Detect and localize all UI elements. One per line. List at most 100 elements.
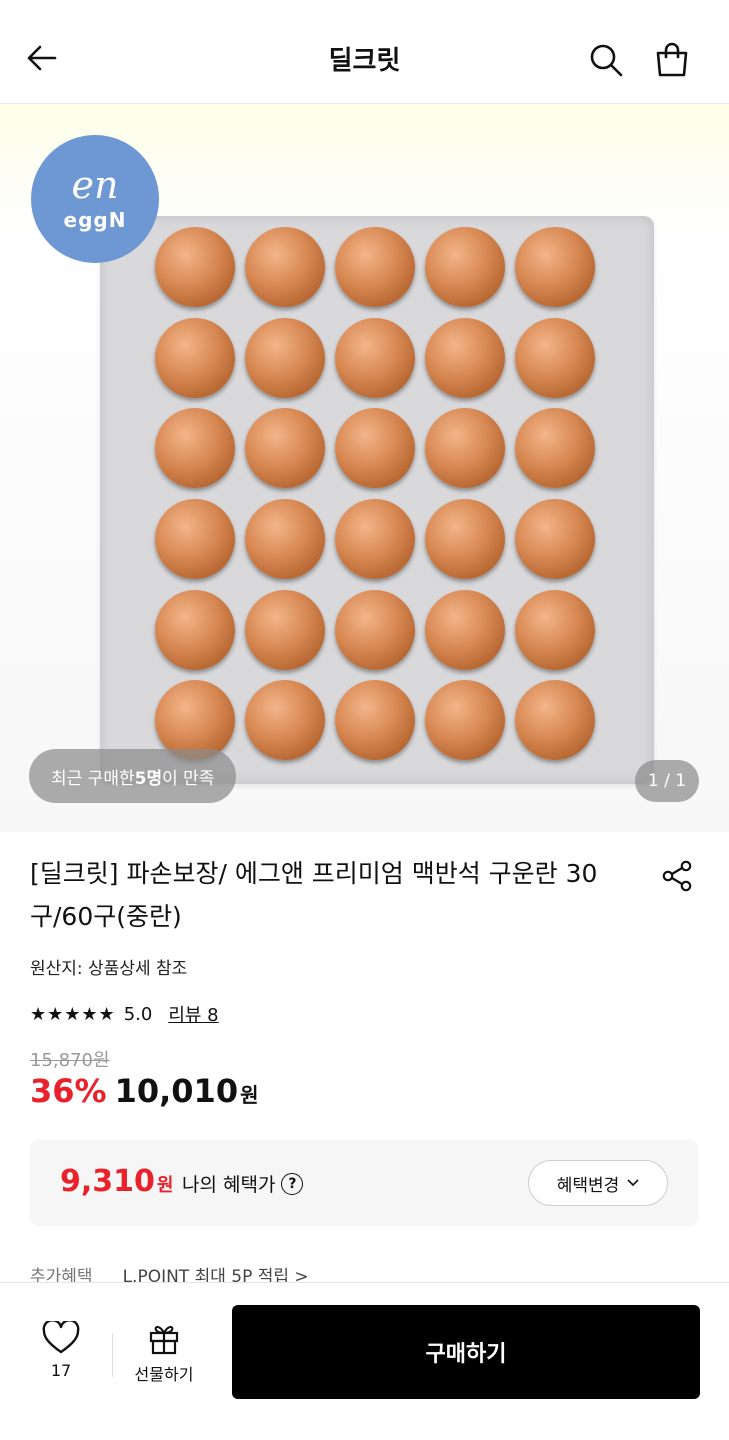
egg-cell bbox=[420, 675, 510, 766]
app-header: 딜크릿 bbox=[0, 0, 729, 104]
egg bbox=[245, 408, 325, 489]
origin-info: 원산지: 상품상세 참조 bbox=[30, 959, 188, 979]
benefit-price-unit: 원 bbox=[156, 1175, 174, 1196]
egg-cell bbox=[510, 313, 600, 404]
egg bbox=[155, 227, 235, 308]
egg-cell bbox=[420, 313, 510, 404]
egg bbox=[245, 589, 325, 670]
benefit-label-row: 나의 혜택가 ? bbox=[182, 1170, 304, 1197]
benefit-label: 나의 혜택가 bbox=[182, 1174, 276, 1196]
search-button[interactable] bbox=[584, 38, 628, 82]
discount-rate: 36% bbox=[30, 1072, 107, 1110]
egg-cell bbox=[330, 584, 420, 675]
egg bbox=[245, 680, 325, 761]
egg bbox=[425, 499, 505, 580]
egg bbox=[335, 408, 415, 489]
rating-score: 5.0 bbox=[123, 1003, 153, 1025]
benefit-change-label: 혜택변경 bbox=[556, 1175, 620, 1196]
egg-cell bbox=[510, 403, 600, 494]
divider bbox=[112, 1333, 113, 1377]
egg bbox=[515, 589, 595, 670]
egg-cell bbox=[420, 403, 510, 494]
egg-cell bbox=[240, 675, 330, 766]
egg-cell bbox=[330, 494, 420, 585]
egg-cell bbox=[150, 222, 240, 313]
egg-cell bbox=[420, 222, 510, 313]
buy-button[interactable]: 구매하기 bbox=[232, 1305, 700, 1399]
egg-cell bbox=[420, 584, 510, 675]
egg bbox=[515, 408, 595, 489]
egg bbox=[515, 680, 595, 761]
egg-cell bbox=[150, 313, 240, 404]
image-page-counter: 1 / 1 bbox=[635, 760, 699, 802]
egg bbox=[155, 499, 235, 580]
egg-cell bbox=[330, 222, 420, 313]
egg bbox=[425, 680, 505, 761]
egg-cell bbox=[330, 403, 420, 494]
egg-cell bbox=[240, 584, 330, 675]
egg bbox=[245, 499, 325, 580]
brand-logo-name: eggN bbox=[63, 208, 127, 232]
egg-cell bbox=[420, 494, 510, 585]
egg-cell bbox=[510, 675, 600, 766]
egg bbox=[335, 227, 415, 308]
question-circle-icon[interactable]: ? bbox=[281, 1172, 304, 1195]
sale-price: 10,010 bbox=[114, 1072, 239, 1110]
my-benefit-box: 9,310 원 나의 혜택가 ? 혜택변경 bbox=[30, 1140, 698, 1226]
original-price: 15,870원 bbox=[30, 1050, 110, 1071]
egg bbox=[425, 227, 505, 308]
share-icon bbox=[662, 860, 692, 892]
buyers-suffix: 이 만족 bbox=[162, 768, 215, 789]
egg bbox=[155, 408, 235, 489]
egg-cell bbox=[150, 584, 240, 675]
wishlist-button[interactable]: 17 bbox=[28, 1321, 94, 1391]
egg bbox=[515, 499, 595, 580]
egg-cell bbox=[330, 313, 420, 404]
egg bbox=[245, 317, 325, 398]
brand-logo: en eggN bbox=[31, 135, 159, 263]
rating-row: ★★★★★ 5.0 리뷰 8 bbox=[30, 1000, 219, 1028]
egg bbox=[515, 317, 595, 398]
egg-cell bbox=[240, 222, 330, 313]
buyers-count: 5명 bbox=[134, 768, 163, 789]
egg-cell bbox=[510, 494, 600, 585]
bottom-action-bar: 17 선물하기 구매하기 bbox=[0, 1282, 729, 1440]
buyers-satisfaction-badge: 최근 구매한 5명 이 만족 bbox=[29, 749, 237, 803]
egg bbox=[425, 408, 505, 489]
egg-grid bbox=[150, 222, 600, 766]
egg bbox=[155, 317, 235, 398]
benefit-change-button[interactable]: 혜택변경 bbox=[528, 1160, 668, 1206]
egg bbox=[335, 680, 415, 761]
egg bbox=[425, 317, 505, 398]
gift-label: 선물하기 bbox=[134, 1365, 194, 1384]
egg-cell bbox=[240, 403, 330, 494]
egg bbox=[335, 499, 415, 580]
benefit-price-value: 9,310 bbox=[60, 1164, 155, 1199]
egg-cell bbox=[150, 494, 240, 585]
search-icon bbox=[590, 44, 623, 77]
wishlist-count: 17 bbox=[50, 1361, 72, 1380]
heart-icon bbox=[42, 1321, 80, 1354]
review-link[interactable]: 리뷰 8 bbox=[168, 1001, 218, 1027]
product-image-gallery[interactable]: en eggN 최근 구매한 5명 이 만족 1 / 1 bbox=[0, 104, 729, 832]
benefit-price: 9,310 원 bbox=[60, 1164, 173, 1199]
gift-button[interactable]: 선물하기 bbox=[122, 1321, 206, 1391]
gift-icon bbox=[149, 1326, 179, 1355]
egg bbox=[335, 317, 415, 398]
egg bbox=[425, 589, 505, 670]
cart-button[interactable] bbox=[650, 38, 694, 82]
star-rating-icon: ★★★★★ bbox=[30, 1003, 116, 1025]
egg-cell bbox=[330, 675, 420, 766]
egg bbox=[245, 227, 325, 308]
shopping-bag-icon bbox=[656, 42, 688, 77]
egg bbox=[515, 227, 595, 308]
share-button[interactable] bbox=[657, 856, 697, 896]
egg-cell bbox=[240, 494, 330, 585]
egg bbox=[155, 589, 235, 670]
price-row: 36% 10,010 원 bbox=[30, 1072, 258, 1110]
egg-cell bbox=[510, 584, 600, 675]
brand-logo-mark: en bbox=[71, 163, 119, 207]
egg bbox=[335, 589, 415, 670]
buyers-prefix: 최근 구매한 bbox=[51, 768, 135, 789]
egg-cell bbox=[240, 313, 330, 404]
